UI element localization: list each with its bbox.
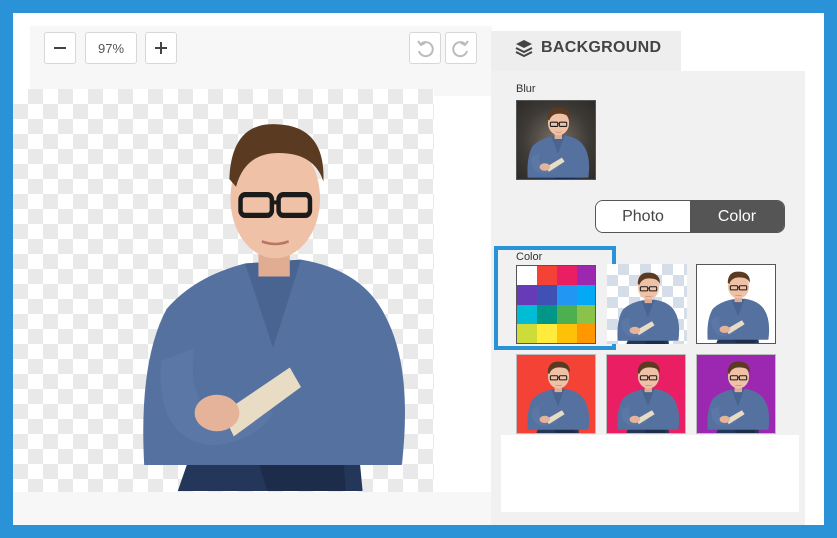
zoom-out-button[interactable] bbox=[44, 32, 76, 64]
photo-color-toggle: Photo Color bbox=[595, 200, 785, 233]
color-swatch[interactable] bbox=[517, 285, 537, 305]
panel-tab-spacer bbox=[681, 31, 824, 71]
pink-preset[interactable] bbox=[606, 354, 686, 434]
layers-icon bbox=[515, 40, 533, 57]
color-picker-grid[interactable] bbox=[516, 265, 596, 344]
canvas-footer bbox=[13, 492, 493, 525]
minus-icon bbox=[54, 47, 66, 49]
color-swatch[interactable] bbox=[577, 304, 595, 324]
blur-label: Blur bbox=[516, 83, 536, 95]
color-swatch[interactable] bbox=[517, 266, 537, 286]
panel-empty-area bbox=[501, 435, 799, 512]
transparent-preset[interactable] bbox=[607, 264, 687, 344]
blur-preview-image bbox=[526, 107, 590, 179]
red-preset[interactable] bbox=[516, 354, 596, 434]
preset-preview-image bbox=[616, 361, 680, 433]
color-swatch[interactable] bbox=[557, 266, 577, 286]
color-swatch[interactable] bbox=[577, 323, 595, 343]
color-swatch[interactable] bbox=[537, 266, 557, 286]
preset-preview-image bbox=[706, 271, 770, 343]
redo-button[interactable] bbox=[445, 32, 477, 64]
subject-image bbox=[133, 101, 413, 491]
undo-button[interactable] bbox=[409, 32, 441, 64]
purple-preset[interactable] bbox=[696, 354, 776, 434]
blur-option[interactable] bbox=[516, 100, 596, 180]
color-swatch[interactable] bbox=[517, 304, 537, 324]
image-canvas[interactable] bbox=[13, 89, 434, 492]
undo-icon bbox=[417, 40, 434, 58]
color-swatch[interactable] bbox=[517, 323, 537, 343]
panel-title-text: BACKGROUND bbox=[541, 39, 662, 56]
zoom-level[interactable]: 97% bbox=[85, 32, 137, 64]
color-toggle-button[interactable]: Color bbox=[690, 201, 784, 232]
color-swatch[interactable] bbox=[537, 304, 557, 324]
color-label: Color bbox=[516, 251, 543, 263]
plus-icon bbox=[155, 42, 167, 54]
zoom-in-button[interactable] bbox=[145, 32, 177, 64]
color-swatch[interactable] bbox=[557, 323, 577, 343]
preset-preview-image bbox=[616, 272, 680, 344]
panel-title: BACKGROUND bbox=[515, 39, 661, 57]
white-preset[interactable] bbox=[696, 264, 776, 344]
color-swatch[interactable] bbox=[557, 304, 577, 324]
preset-preview-image bbox=[526, 361, 590, 433]
color-swatch[interactable] bbox=[577, 285, 595, 305]
color-swatch[interactable] bbox=[537, 323, 557, 343]
color-swatch[interactable] bbox=[577, 266, 595, 286]
color-swatch[interactable] bbox=[537, 285, 557, 305]
preset-preview-image bbox=[706, 361, 770, 433]
redo-icon bbox=[452, 40, 469, 58]
photo-toggle-button[interactable]: Photo bbox=[596, 201, 690, 232]
color-swatch[interactable] bbox=[557, 285, 577, 305]
